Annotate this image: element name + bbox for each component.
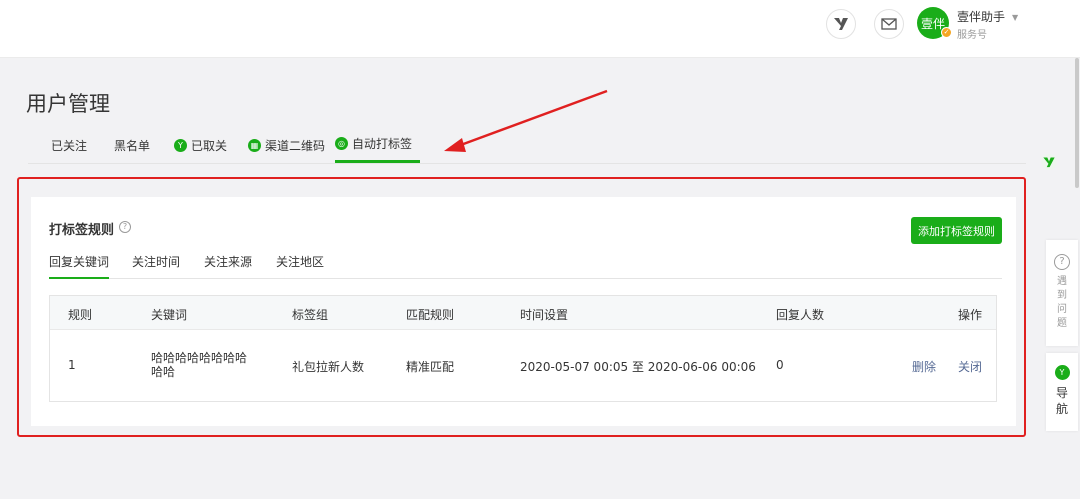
help-label: 遇到问题 — [1057, 276, 1067, 329]
yiban-logo-icon[interactable] — [1037, 151, 1061, 173]
nav-panel[interactable]: Y 导航 — [1046, 353, 1078, 431]
help-panel[interactable]: ? 遇到问题 — [1046, 240, 1078, 346]
annotation-arrow — [444, 89, 608, 152]
yiban-logo-icon: Y — [1054, 365, 1070, 380]
question-icon: ? — [1054, 254, 1070, 270]
nav-label: 导航 — [1056, 386, 1069, 416]
